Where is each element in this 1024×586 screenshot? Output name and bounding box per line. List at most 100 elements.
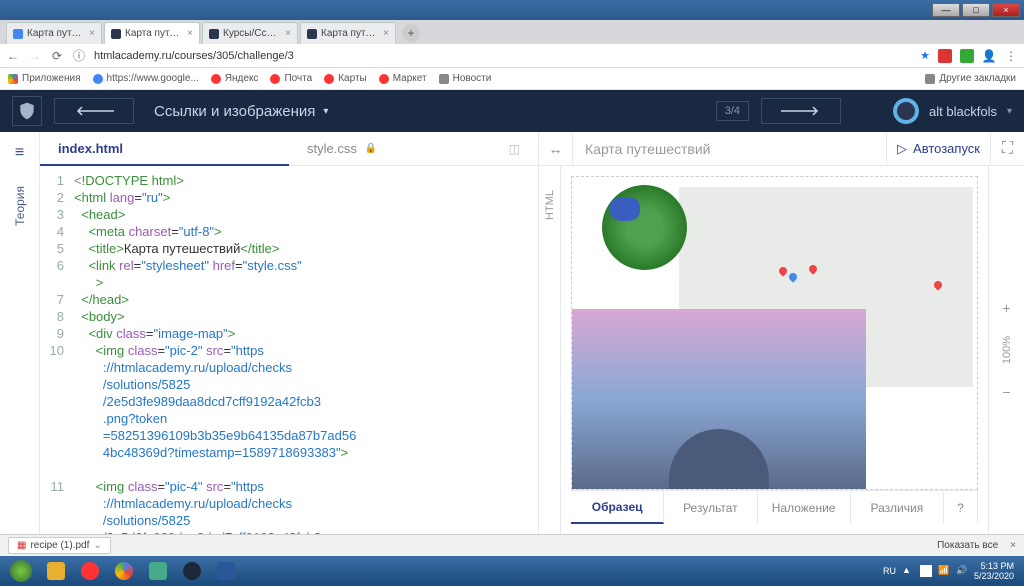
close-button[interactable]: × (992, 3, 1020, 17)
split-icon[interactable]: ◫ (509, 142, 520, 156)
new-tab-button[interactable]: + (402, 24, 420, 42)
close-icon[interactable]: × (187, 28, 193, 39)
apps-button[interactable]: Приложения (8, 73, 81, 84)
lock-icon: 🔒 (365, 143, 377, 154)
zoom-out-button[interactable]: − (1002, 384, 1010, 400)
chevron-down-icon[interactable]: ⌄ (93, 540, 101, 551)
close-icon[interactable]: × (285, 28, 291, 39)
user-menu[interactable]: alt blackfols ▾ (893, 98, 1012, 124)
url-text[interactable]: htmlacademy.ru/courses/305/challenge/3 (94, 50, 912, 62)
clock[interactable]: 5:13 PM 5/23/2020 (974, 561, 1014, 581)
logo[interactable] (12, 96, 42, 126)
close-icon[interactable]: × (383, 28, 389, 39)
step-indicator[interactable]: 3/4 (716, 101, 749, 121)
tray-icon[interactable]: ▲ (902, 565, 914, 577)
avatar (893, 98, 919, 124)
prev-button[interactable] (54, 98, 134, 124)
taskbar-app[interactable] (74, 558, 106, 584)
download-item[interactable]: ▦ recipe (1).pdf ⌄ (8, 537, 111, 554)
bookmark-item[interactable]: Яндекс (211, 73, 259, 84)
profile-icon[interactable]: 👤 (982, 49, 996, 63)
code-content[interactable]: <!DOCTYPE html> <html lang="ru"> <head> … (70, 166, 538, 534)
browser-tab[interactable]: Карта путешествий - Курсы / С × (300, 22, 396, 44)
zoom-in-button[interactable]: + (1002, 300, 1010, 316)
tab-result[interactable]: Результат (664, 491, 757, 524)
pdf-icon: ▦ (17, 540, 26, 551)
taskbar-app[interactable] (176, 558, 208, 584)
code-editor[interactable]: 1234567891011 <!DOCTYPE html> <html lang… (40, 166, 538, 534)
forward-button[interactable]: → (28, 49, 42, 63)
zoom-rail: + 100% − (988, 166, 1024, 534)
extension-icon[interactable] (938, 49, 952, 63)
extension-icon[interactable] (960, 49, 974, 63)
taskbar-app[interactable] (40, 558, 72, 584)
downloads-bar: ▦ recipe (1).pdf ⌄ Показать все × (0, 534, 1024, 556)
arrow-right-icon (781, 106, 821, 116)
other-bookmarks[interactable]: Другие закладки (925, 73, 1016, 84)
course-title-dropdown[interactable]: Ссылки и изображения ▾ (154, 103, 328, 120)
taskbar-app[interactable] (108, 558, 140, 584)
fullscreen-button[interactable]: ⛶ (990, 132, 1024, 165)
show-all-downloads[interactable]: Показать все (937, 540, 998, 551)
tab-title: Карта путешествий - Курсы / С (321, 28, 379, 39)
html-rail[interactable]: HTML (539, 166, 561, 534)
tab-title: Курсы/Ссылки и изображения (223, 28, 281, 39)
system-tray: RU ▲ 📶 🔊 5:13 PM 5/23/2020 (883, 561, 1020, 581)
tab-sample[interactable]: Образец (571, 491, 664, 524)
theory-tab[interactable]: Теория (13, 186, 27, 226)
back-button[interactable]: ← (6, 49, 20, 63)
shield-icon (17, 101, 37, 121)
resize-handle[interactable]: ↔ (539, 132, 573, 165)
bookmark-item[interactable]: Новости (439, 73, 492, 84)
play-icon: ▷ (897, 141, 907, 157)
taskbar-app[interactable] (142, 558, 174, 584)
file-tabs: index.html style.css🔒◫ (40, 132, 538, 166)
close-downloads-button[interactable]: × (1010, 540, 1016, 551)
language-indicator[interactable]: RU (883, 566, 896, 576)
next-button[interactable] (761, 98, 841, 124)
bookmark-item[interactable]: Почта (270, 73, 312, 84)
tab-help[interactable]: ? (944, 491, 978, 524)
close-icon[interactable]: × (89, 28, 95, 39)
url-bar: ← → ⟳ ⓘ htmlacademy.ru/courses/305/chall… (0, 44, 1024, 68)
info-icon[interactable]: ⓘ (72, 49, 86, 63)
bookmark-item[interactable]: Карты (324, 73, 367, 84)
map-pin-icon (807, 263, 818, 274)
bookmark-item[interactable]: Маркет (379, 73, 427, 84)
taskbar: RU ▲ 📶 🔊 5:13 PM 5/23/2020 (0, 556, 1024, 586)
map-pin-icon (777, 265, 788, 276)
html-label: HTML (544, 190, 556, 220)
browser-tab[interactable]: Карта путешествий — Ссылки × (104, 22, 200, 44)
tab-title: Карта путешествий — Ссылки (125, 28, 183, 39)
start-button[interactable] (4, 558, 38, 584)
browser-tab[interactable]: Курсы/Ссылки и изображения × (202, 22, 298, 44)
bookmark-star-icon[interactable]: ★ (920, 49, 930, 62)
reload-button[interactable]: ⟳ (50, 49, 64, 63)
taskbar-app[interactable] (210, 558, 242, 584)
menu-icon[interactable]: ⋮ (1004, 49, 1018, 63)
minimize-button[interactable]: — (932, 3, 960, 17)
tab-diff[interactable]: Различия (851, 491, 944, 524)
tab-title: Карта путешествий рейд фсфс (27, 28, 85, 39)
tab-overlay[interactable]: Наложение (758, 491, 851, 524)
preview-canvas: Образец Результат Наложение Различия ? (561, 166, 988, 534)
tab-style-css[interactable]: style.css🔒◫ (289, 132, 538, 166)
globe-logo (602, 185, 687, 270)
code-area: index.html style.css🔒◫ 1234567891011 <!D… (40, 132, 539, 534)
maximize-button[interactable]: □ (962, 3, 990, 17)
volume-icon[interactable]: 🔊 (956, 565, 968, 577)
preview-body: HTML Образец Результат Наложение (539, 166, 1024, 534)
menu-button[interactable]: ≡ (15, 144, 24, 162)
network-icon[interactable]: 📶 (938, 565, 950, 577)
preview-title: Карта путешествий (573, 141, 886, 157)
browser-tab[interactable]: Карта путешествий рейд фсфс × (6, 22, 102, 44)
arrow-left-icon (74, 106, 114, 116)
tab-index-html[interactable]: index.html (40, 132, 289, 166)
map-pin-icon (787, 271, 798, 282)
chevron-down-icon: ▾ (323, 106, 328, 117)
app-header: Ссылки и изображения ▾ 3/4 alt blackfols… (0, 90, 1024, 132)
autorun-button[interactable]: ▷ Автозапуск (886, 132, 990, 165)
flag-icon[interactable] (920, 565, 932, 577)
preview-area: ↔ Карта путешествий ▷ Автозапуск ⛶ HTML (539, 132, 1024, 534)
bookmark-item[interactable]: https://www.google... (93, 73, 199, 84)
